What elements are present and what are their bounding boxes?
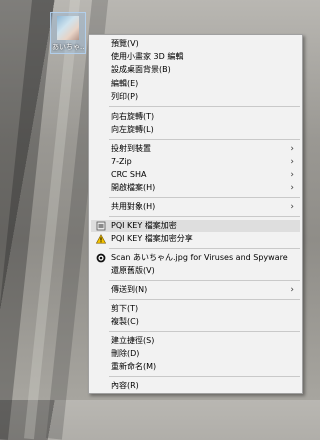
menu-item-restore-previous[interactable]: 還原舊版(V) bbox=[91, 265, 300, 277]
menu-item-properties[interactable]: 內容(R) bbox=[91, 380, 300, 392]
menu-item-edit[interactable]: 編輯(E) bbox=[91, 78, 300, 90]
menu-item-crc-sha[interactable]: CRC SHA › bbox=[91, 169, 300, 181]
menu-item-pqi-encrypt[interactable]: PQI KEY 檔案加密 bbox=[91, 220, 300, 232]
warning-icon bbox=[96, 234, 106, 244]
menu-item-virus-scan[interactable]: Scan あいちゃん.jpg for Viruses and Spyware bbox=[91, 252, 300, 264]
menu-separator bbox=[109, 216, 300, 217]
menu-separator bbox=[109, 248, 300, 249]
menu-item-rotate-right[interactable]: 向右旋轉(T) bbox=[91, 111, 300, 123]
chevron-right-icon: › bbox=[290, 144, 294, 154]
menu-item-7zip[interactable]: 7-Zip › bbox=[91, 156, 300, 168]
antivirus-scan-icon bbox=[96, 253, 106, 263]
chevron-right-icon: › bbox=[290, 170, 294, 180]
menu-item-rename[interactable]: 重新命名(M) bbox=[91, 361, 300, 373]
chevron-right-icon: › bbox=[290, 285, 294, 295]
menu-item-create-shortcut[interactable]: 建立捷徑(S) bbox=[91, 335, 300, 347]
menu-item-open-with[interactable]: 開啟檔案(H) › bbox=[91, 182, 300, 194]
menu-item-preview[interactable]: 預覽(V) bbox=[91, 38, 300, 50]
chevron-right-icon: › bbox=[290, 157, 294, 167]
menu-item-cast-to-device[interactable]: 投射到裝置 › bbox=[91, 143, 300, 155]
context-menu: 預覽(V) 使用小畫家 3D 編輯 設成桌面背景(B) 編輯(E) 列印(P) … bbox=[88, 34, 303, 394]
menu-item-pqi-encrypt-share[interactable]: PQI KEY 檔案加密分享 bbox=[91, 233, 300, 245]
menu-separator bbox=[109, 280, 300, 281]
image-thumbnail bbox=[57, 16, 79, 40]
menu-item-copy[interactable]: 複製(C) bbox=[91, 316, 300, 328]
menu-separator bbox=[109, 376, 300, 377]
menu-item-cut[interactable]: 剪下(T) bbox=[91, 303, 300, 315]
menu-separator bbox=[109, 299, 300, 300]
chevron-right-icon: › bbox=[290, 202, 294, 212]
pqi-key-icon bbox=[96, 221, 106, 231]
menu-item-share-with[interactable]: 共用對象(H) › bbox=[91, 201, 300, 213]
menu-item-edit-paint3d[interactable]: 使用小畫家 3D 編輯 bbox=[91, 51, 300, 63]
menu-separator bbox=[109, 106, 300, 107]
desktop-file-label: あいちゃ... bbox=[52, 43, 84, 51]
menu-item-rotate-left[interactable]: 向左旋轉(L) bbox=[91, 124, 300, 136]
menu-separator bbox=[109, 331, 300, 332]
chevron-right-icon: › bbox=[290, 183, 294, 193]
menu-item-delete[interactable]: 刪除(D) bbox=[91, 348, 300, 360]
menu-item-send-to[interactable]: 傳送到(N) › bbox=[91, 284, 300, 296]
menu-item-print[interactable]: 列印(P) bbox=[91, 91, 300, 103]
menu-separator bbox=[109, 139, 300, 140]
menu-separator bbox=[109, 197, 300, 198]
desktop-file-icon[interactable]: あいちゃ... bbox=[50, 12, 86, 54]
menu-item-set-wallpaper[interactable]: 設成桌面背景(B) bbox=[91, 64, 300, 76]
